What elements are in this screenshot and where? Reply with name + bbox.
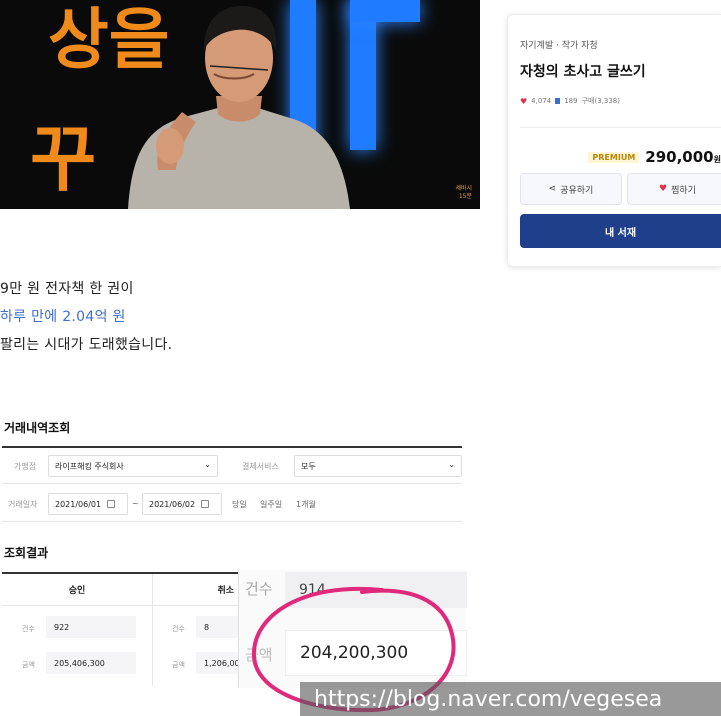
product-card: 자기계발 · 작가 자청 자청의 초사고 글쓰기 ♥ 4,074 189 구매(… bbox=[507, 14, 721, 267]
product-title[interactable]: 자청의 초사고 글쓰기 bbox=[520, 61, 646, 81]
zoom-count-value: 914 bbox=[285, 572, 467, 608]
product-category: 자기계발 · 작가 자청 bbox=[520, 41, 598, 51]
cancel-count-label: 건수 bbox=[172, 625, 185, 633]
range-today-button[interactable]: 당일 bbox=[232, 499, 247, 510]
sign-text-2: 꾸 bbox=[30, 117, 97, 201]
date-from-input[interactable]: 2021/06/01 bbox=[48, 493, 128, 515]
payment-select[interactable]: 모두 ⌄ bbox=[294, 455, 462, 477]
price-unit: 원 bbox=[713, 155, 721, 164]
range-month-button[interactable]: 1개월 bbox=[296, 499, 316, 510]
bookmark-count: 189 bbox=[564, 97, 578, 105]
hero-photo: 상을 꾸 세바시 15분 bbox=[0, 0, 480, 209]
share-button[interactable]: ⋖ 공유하기 bbox=[520, 173, 622, 205]
article-line-3: 팔리는 시대가 도래했습니다. bbox=[0, 337, 173, 353]
bookmark-icon bbox=[555, 98, 561, 104]
approve-header: 승인 bbox=[2, 574, 152, 606]
calendar-icon bbox=[201, 500, 210, 508]
payment-label: 결제서비스 bbox=[242, 462, 279, 471]
filter-row-date: 거래일자 2021/06/01 ~ 2021/06/02 당일 일주일 1개월 bbox=[2, 488, 462, 522]
zoom-count-label: 건수 bbox=[245, 580, 273, 598]
heart-icon: ♥ bbox=[520, 96, 528, 106]
cancel-count: 8 bbox=[196, 616, 238, 638]
range-week-button[interactable]: 일주일 bbox=[260, 499, 282, 510]
cancel-header: 취소 bbox=[153, 574, 238, 606]
divider bbox=[2, 446, 462, 448]
product-stats: ♥ 4,074 189 구매(3,338) bbox=[520, 96, 620, 106]
calendar-icon bbox=[107, 500, 116, 508]
results-title: 조회결과 bbox=[4, 546, 49, 560]
share-label: 공유하기 bbox=[560, 185, 594, 196]
date-to-input[interactable]: 2021/06/02 bbox=[142, 493, 222, 515]
broadcast-watermark: 세바시 15분 bbox=[455, 185, 472, 200]
zoomed-result-panel: 건수 914 금액 204,200,300 bbox=[238, 570, 467, 688]
zoom-amount-value: 204,200,300 bbox=[285, 630, 467, 676]
neon-bar bbox=[350, 0, 420, 22]
zoom-amount-label: 금액 bbox=[245, 646, 273, 664]
merchant-label: 가맹점 bbox=[14, 462, 37, 471]
heart-icon: ♥ bbox=[659, 184, 668, 194]
filter-row-merchant: 가맹점 라이프해킹 주식회사 ⌄ 결제서비스 모두 ⌄ bbox=[2, 450, 462, 484]
price: 290,000원 bbox=[645, 148, 721, 166]
speaker-figure bbox=[128, 6, 350, 209]
cancel-amount-label: 금액 bbox=[172, 661, 185, 669]
price-row: PREMIUM 290,000원 bbox=[588, 148, 721, 166]
article-line-1: 9만 원 전자책 한 권이 bbox=[0, 281, 134, 297]
approve-count: 922 bbox=[46, 616, 136, 638]
blog-url-watermark: https://blog.naver.com/vegesea bbox=[300, 682, 721, 716]
approve-count-label: 건수 bbox=[22, 625, 35, 633]
approve-amount: 205,406,300 bbox=[46, 652, 136, 674]
cancel-amount: 1,206,00 bbox=[196, 652, 238, 674]
divider bbox=[520, 127, 721, 128]
date-label: 거래일자 bbox=[8, 500, 38, 509]
premium-badge: PREMIUM bbox=[588, 151, 640, 163]
share-icon: ⋖ bbox=[548, 184, 557, 194]
divider bbox=[152, 574, 153, 686]
merchant-select[interactable]: 라이프해킹 주식회사 ⌄ bbox=[48, 455, 218, 477]
transactions-title: 거래내역조회 bbox=[4, 421, 71, 435]
approve-amount-label: 금액 bbox=[22, 661, 35, 669]
date-range-separator: ~ bbox=[132, 499, 139, 508]
purchase-count: 구매(3,338) bbox=[581, 97, 620, 105]
chevron-down-icon: ⌄ bbox=[448, 460, 455, 469]
article-line-2: 하루 만에 2.04억 원 bbox=[0, 309, 126, 325]
library-button[interactable]: 내 서재 bbox=[520, 214, 721, 248]
chevron-down-icon: ⌄ bbox=[204, 460, 211, 469]
results-table: 승인 취소 건수 922 금액 205,406,300 건수 8 금액 1,20… bbox=[2, 574, 238, 686]
likes-count: 4,074 bbox=[531, 97, 552, 105]
wishlist-button[interactable]: ♥ 찜하기 bbox=[627, 173, 721, 205]
wishlist-label: 찜하기 bbox=[671, 185, 696, 196]
